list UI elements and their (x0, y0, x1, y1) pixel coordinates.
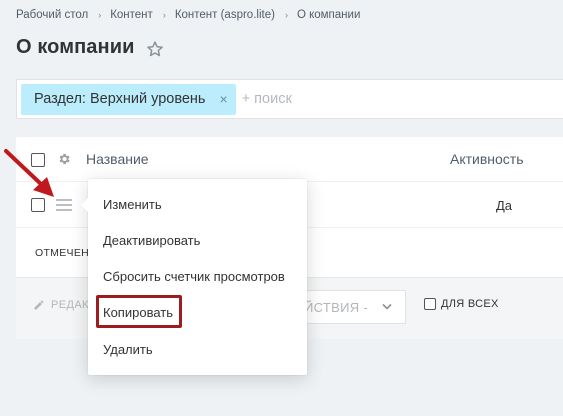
row-context-menu: Изменить Деактивировать Сбросить счетчик… (81, 179, 307, 375)
page-header: О компании (16, 36, 164, 59)
filter-chip-label: Раздел: Верхний уровень (34, 91, 206, 107)
menu-item-copy[interactable]: Копировать (103, 305, 173, 320)
breadcrumb-item-aspro-content[interactable]: Контент (aspro.lite) (175, 9, 275, 21)
menu-pointer (81, 198, 88, 212)
menu-item-delete[interactable]: Удалить (103, 342, 153, 357)
filter-bar: Раздел: Верхний уровень × (16, 79, 563, 119)
menu-item-deactivate[interactable]: Деактивировать (103, 233, 200, 248)
edit-button-label: РЕДАК (51, 299, 89, 311)
breadcrumb: Рабочий стол › Контент › Контент (aspro.… (16, 7, 360, 23)
breadcrumb-separator-icon: › (98, 10, 102, 20)
breadcrumb-item-about[interactable]: О компании (297, 9, 360, 21)
page-title: О компании (16, 36, 135, 58)
breadcrumb-separator-icon: › (162, 10, 166, 20)
for-all-label: ДЛЯ ВСЕХ (441, 298, 499, 310)
close-icon[interactable]: × (220, 91, 228, 107)
for-all-checkbox[interactable] (424, 298, 436, 310)
breadcrumb-item-desktop[interactable]: Рабочий стол (16, 9, 88, 21)
breadcrumb-item-content[interactable]: Контент (110, 9, 153, 21)
edit-button[interactable]: РЕДАК (33, 299, 89, 311)
annotation-arrow-icon (4, 149, 54, 197)
grid-header: Название Активность (16, 137, 563, 182)
star-icon[interactable] (146, 40, 164, 58)
breadcrumb-separator-icon: › (284, 10, 288, 20)
column-header-active[interactable]: Активность (450, 151, 524, 167)
search-input[interactable] (241, 91, 442, 107)
menu-item-edit[interactable]: Изменить (103, 197, 162, 212)
filter-chip[interactable]: Раздел: Верхний уровень × (21, 83, 236, 115)
actions-select-label: ЙСТВИЯ - (304, 300, 368, 315)
cell-active: Да (496, 198, 513, 213)
menu-item-reset-views[interactable]: Сбросить счетчик просмотров (103, 269, 285, 284)
chevron-down-icon (382, 303, 392, 310)
for-all-toggle[interactable]: ДЛЯ ВСЕХ (424, 298, 499, 310)
pencil-icon (34, 300, 44, 310)
column-header-name[interactable]: Название (86, 151, 149, 167)
selected-count-label: ОТМЕЧЕН (35, 247, 90, 259)
